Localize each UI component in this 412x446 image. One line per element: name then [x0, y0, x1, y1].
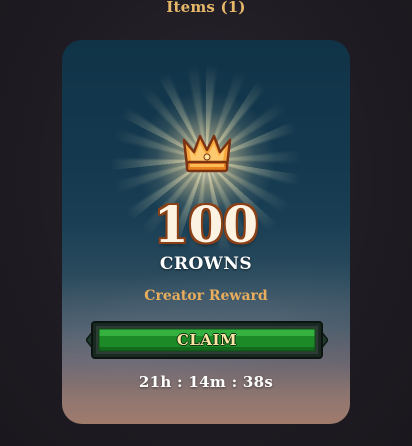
- claim-button-label: CLAIM: [176, 331, 238, 349]
- reward-amount: 100: [153, 195, 259, 254]
- reward-source-label: Creator Reward: [144, 288, 268, 304]
- items-header: Items (1): [166, 0, 246, 16]
- crown-icon: [182, 134, 232, 173]
- countdown-timer: 21h : 14m : 38s: [138, 373, 274, 391]
- reward-unit: CROWNS: [159, 254, 253, 274]
- reward-card: 100 CROWNS Creator Reward CLAIM 21h : 14…: [62, 40, 350, 424]
- claim-button[interactable]: CLAIM: [86, 320, 328, 360]
